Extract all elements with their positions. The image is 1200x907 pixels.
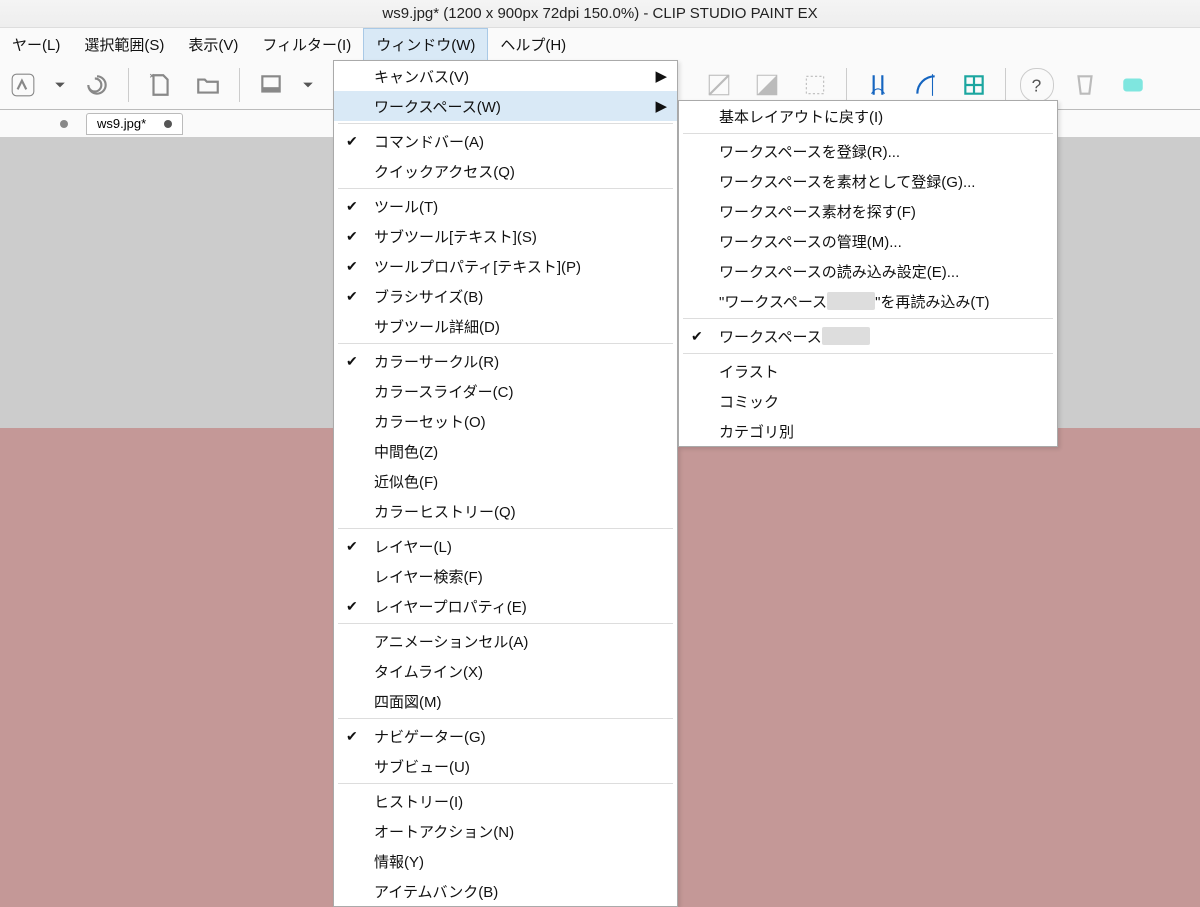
menu-item-manage-workspace[interactable]: ワークスペースの管理(M)...	[679, 226, 1057, 256]
check-icon: ✔	[346, 538, 358, 555]
menu-item-reload-workspace[interactable]: "ワークスペース"を再読み込み(T)	[679, 286, 1057, 316]
submenu-arrow-icon: ▶	[655, 97, 667, 115]
new-file-icon[interactable]	[143, 68, 177, 102]
redacted-name	[827, 292, 875, 310]
help-icon[interactable]: ?	[1020, 68, 1054, 102]
clipstudio-icon[interactable]	[6, 68, 40, 102]
window-dropdown: キャンバス(V)▶ ワークスペース(W)▶ ✔コマンドバー(A) クイックアクセ…	[333, 60, 678, 907]
separator	[239, 68, 240, 102]
menu-item-subview[interactable]: サブビュー(U)	[334, 751, 677, 781]
menu-item-colorhistory[interactable]: カラーヒストリー(Q)	[334, 496, 677, 526]
menu-separator	[338, 623, 673, 624]
menu-separator	[338, 718, 673, 719]
menu-bar: ヤー(L) 選択範囲(S) 表示(V) フィルター(I) ウィンドウ(W) ヘル…	[0, 28, 1200, 60]
redacted-name	[822, 327, 870, 345]
menu-select[interactable]: 選択範囲(S)	[72, 28, 176, 60]
assets-icon[interactable]	[1068, 68, 1102, 102]
menu-item-history[interactable]: ヒストリー(I)	[334, 786, 677, 816]
menu-item-quickaccess[interactable]: クイックアクセス(Q)	[334, 156, 677, 186]
menu-item-intermediate[interactable]: 中間色(Z)	[334, 436, 677, 466]
menu-item-fourview[interactable]: 四面図(M)	[334, 686, 677, 716]
menu-item-illust[interactable]: イラスト	[679, 356, 1057, 386]
menu-item-canvas[interactable]: キャンバス(V)▶	[334, 61, 677, 91]
separator	[128, 68, 129, 102]
menu-item-register-workspace[interactable]: ワークスペースを登録(R)...	[679, 136, 1057, 166]
snap-ruler-icon[interactable]	[861, 68, 895, 102]
check-icon: ✔	[346, 728, 358, 745]
menu-item-category[interactable]: カテゴリ別	[679, 416, 1057, 446]
spiral-icon[interactable]	[80, 68, 114, 102]
menu-separator	[338, 343, 673, 344]
check-icon: ✔	[346, 198, 358, 215]
check-icon: ✔	[346, 228, 358, 245]
check-icon: ✔	[346, 288, 358, 305]
menu-separator	[338, 123, 673, 124]
menu-separator	[683, 318, 1053, 319]
menu-item-load-settings[interactable]: ワークスペースの読み込み設定(E)...	[679, 256, 1057, 286]
menu-item-itembank[interactable]: アイテムバンク(B)	[334, 876, 677, 906]
separator	[1005, 68, 1006, 102]
check-icon: ✔	[346, 258, 358, 275]
menu-help[interactable]: ヘルプ(H)	[488, 28, 578, 60]
menu-item-colorset[interactable]: カラーセット(O)	[334, 406, 677, 436]
menu-separator	[683, 133, 1053, 134]
menu-item-comic[interactable]: コミック	[679, 386, 1057, 416]
menu-item-colorslider[interactable]: カラースライダー(C)	[334, 376, 677, 406]
menu-item-timeline[interactable]: タイムライン(X)	[334, 656, 677, 686]
menu-window[interactable]: ウィンドウ(W)	[363, 28, 488, 60]
menu-item-brushsize[interactable]: ✔ブラシサイズ(B)	[334, 281, 677, 311]
check-icon: ✔	[346, 353, 358, 370]
menu-view[interactable]: 表示(V)	[176, 28, 250, 60]
title-bar: ws9.jpg* (1200 x 900px 72dpi 150.0%) - C…	[0, 0, 1200, 28]
window-title: ws9.jpg* (1200 x 900px 72dpi 150.0%) - C…	[382, 5, 817, 22]
select-all-icon[interactable]	[798, 68, 832, 102]
menu-separator	[338, 783, 673, 784]
dropdown-icon[interactable]	[302, 79, 314, 91]
menu-item-info[interactable]: 情報(Y)	[334, 846, 677, 876]
dropdown-icon[interactable]	[54, 79, 66, 91]
menu-item-colorcircle[interactable]: ✔カラーサークル(R)	[334, 346, 677, 376]
menu-item-approx[interactable]: 近似色(F)	[334, 466, 677, 496]
menu-filter[interactable]: フィルター(I)	[250, 28, 363, 60]
open-folder-icon[interactable]	[191, 68, 225, 102]
menu-item-navigator[interactable]: ✔ナビゲーター(G)	[334, 721, 677, 751]
menu-separator	[338, 188, 673, 189]
separator	[846, 68, 847, 102]
clear-layer-icon[interactable]	[702, 68, 736, 102]
submenu-arrow-icon: ▶	[655, 67, 667, 85]
menu-layer[interactable]: ヤー(L)	[0, 28, 72, 60]
menu-item-reset-layout[interactable]: 基本レイアウトに戻す(I)	[679, 101, 1057, 131]
check-icon: ✔	[691, 328, 703, 345]
menu-separator	[683, 353, 1053, 354]
menu-item-register-as-material[interactable]: ワークスペースを素材として登録(G)...	[679, 166, 1057, 196]
fill-layer-icon[interactable]	[750, 68, 784, 102]
menu-item-animcell[interactable]: アニメーションセル(A)	[334, 626, 677, 656]
svg-text:?: ?	[1032, 75, 1042, 95]
menu-item-commandbar[interactable]: ✔コマンドバー(A)	[334, 126, 677, 156]
cloud-icon[interactable]	[1116, 68, 1150, 102]
menu-item-current-workspace[interactable]: ✔ワークスペース	[679, 321, 1057, 351]
document-tab-label: ws9.jpg*	[97, 116, 146, 131]
snap-grid-icon[interactable]	[957, 68, 991, 102]
unsaved-dot-icon	[164, 120, 172, 128]
check-icon: ✔	[346, 133, 358, 150]
menu-item-layersearch[interactable]: レイヤー検索(F)	[334, 561, 677, 591]
menu-item-subtool[interactable]: ✔サブツール[テキスト](S)	[334, 221, 677, 251]
menu-item-find-material[interactable]: ワークスペース素材を探す(F)	[679, 196, 1057, 226]
menu-item-autoaction[interactable]: オートアクション(N)	[334, 816, 677, 846]
snap-perspective-icon[interactable]	[909, 68, 943, 102]
menu-item-toolprop[interactable]: ✔ツールプロパティ[テキスト](P)	[334, 251, 677, 281]
workspace-submenu: 基本レイアウトに戻す(I) ワークスペースを登録(R)... ワークスペースを素…	[678, 100, 1058, 447]
menu-item-tool[interactable]: ✔ツール(T)	[334, 191, 677, 221]
check-icon: ✔	[346, 598, 358, 615]
menu-item-workspace[interactable]: ワークスペース(W)▶	[334, 91, 677, 121]
menu-item-layer[interactable]: ✔レイヤー(L)	[334, 531, 677, 561]
menu-item-layerprop[interactable]: ✔レイヤープロパティ(E)	[334, 591, 677, 621]
document-tab[interactable]: ws9.jpg*	[86, 113, 183, 135]
screen-icon[interactable]	[254, 68, 288, 102]
menu-item-subtooldetail[interactable]: サブツール詳細(D)	[334, 311, 677, 341]
tab-pin-icon	[60, 120, 68, 128]
menu-separator	[338, 528, 673, 529]
